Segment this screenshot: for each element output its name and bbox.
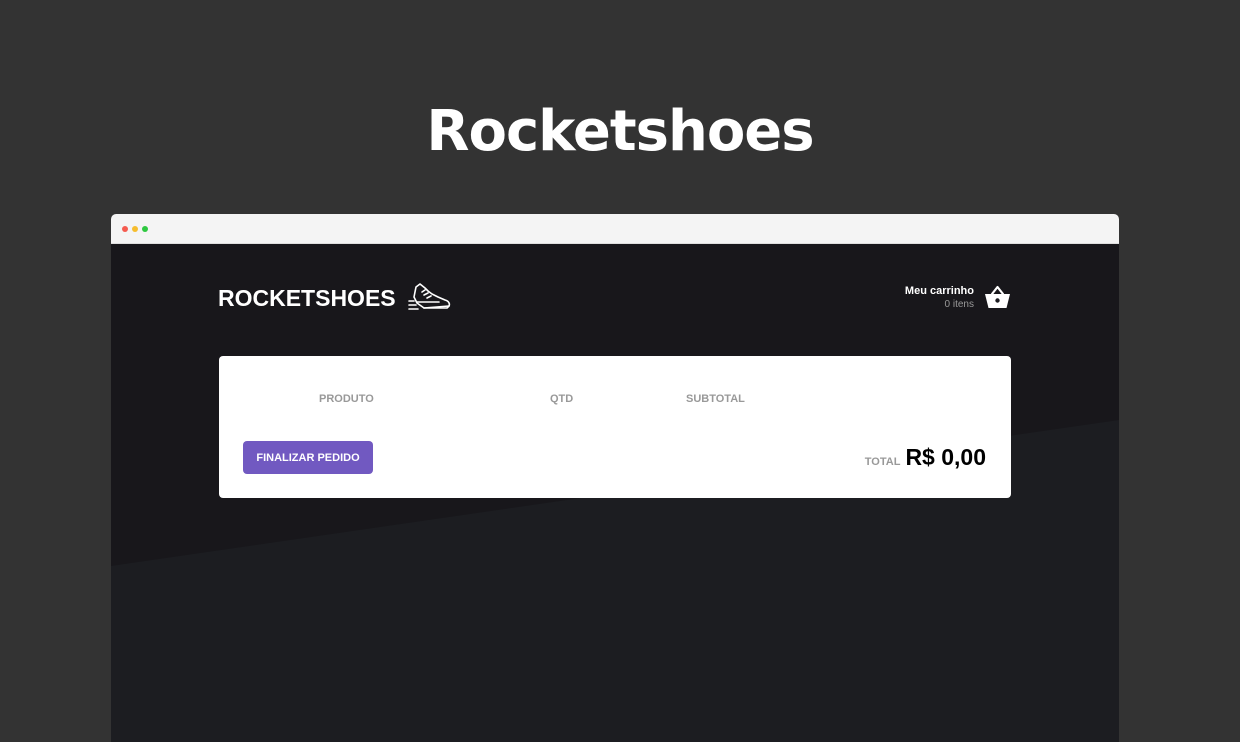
cart-title: Meu carrinho: [904, 285, 974, 297]
shopping-basket-icon: [985, 285, 1010, 308]
cart-link[interactable]: Meu carrinho 0 itens: [905, 284, 1011, 311]
column-header-quantity: QTD: [550, 393, 574, 405]
app-viewport: ROCKETSHOES Meu carrinho 0 itens PRODUTO…: [111, 244, 1119, 742]
close-window-dot[interactable]: [122, 226, 128, 232]
logo-text: ROCKETSHOES: [218, 284, 396, 311]
cart-summary: Meu carrinho 0 itens: [905, 284, 974, 311]
cart-item-count: 0 itens: [944, 299, 974, 310]
browser-title-bar: [111, 214, 1119, 244]
total-label: TOTAL: [864, 456, 901, 468]
browser-window: ROCKETSHOES Meu carrinho 0 itens PRODUTO…: [111, 214, 1119, 742]
header-logo[interactable]: ROCKETSHOES: [218, 281, 452, 315]
column-header-product: PRODUTO: [319, 393, 374, 405]
total-value: R$ 0,00: [905, 444, 986, 470]
running-shoe-icon: [407, 283, 450, 310]
page-title: Rocketshoes: [426, 98, 814, 164]
cart-container: PRODUTO QTD SUBTOTAL FINALIZAR PEDIDO TO…: [219, 356, 1011, 498]
minimize-window-dot[interactable]: [132, 226, 138, 232]
finish-order-button[interactable]: FINALIZAR PEDIDO: [243, 441, 373, 474]
column-header-subtotal: SUBTOTAL: [686, 393, 745, 405]
order-total: TOTAL R$ 0,00: [865, 444, 986, 471]
maximize-window-dot[interactable]: [142, 226, 148, 232]
